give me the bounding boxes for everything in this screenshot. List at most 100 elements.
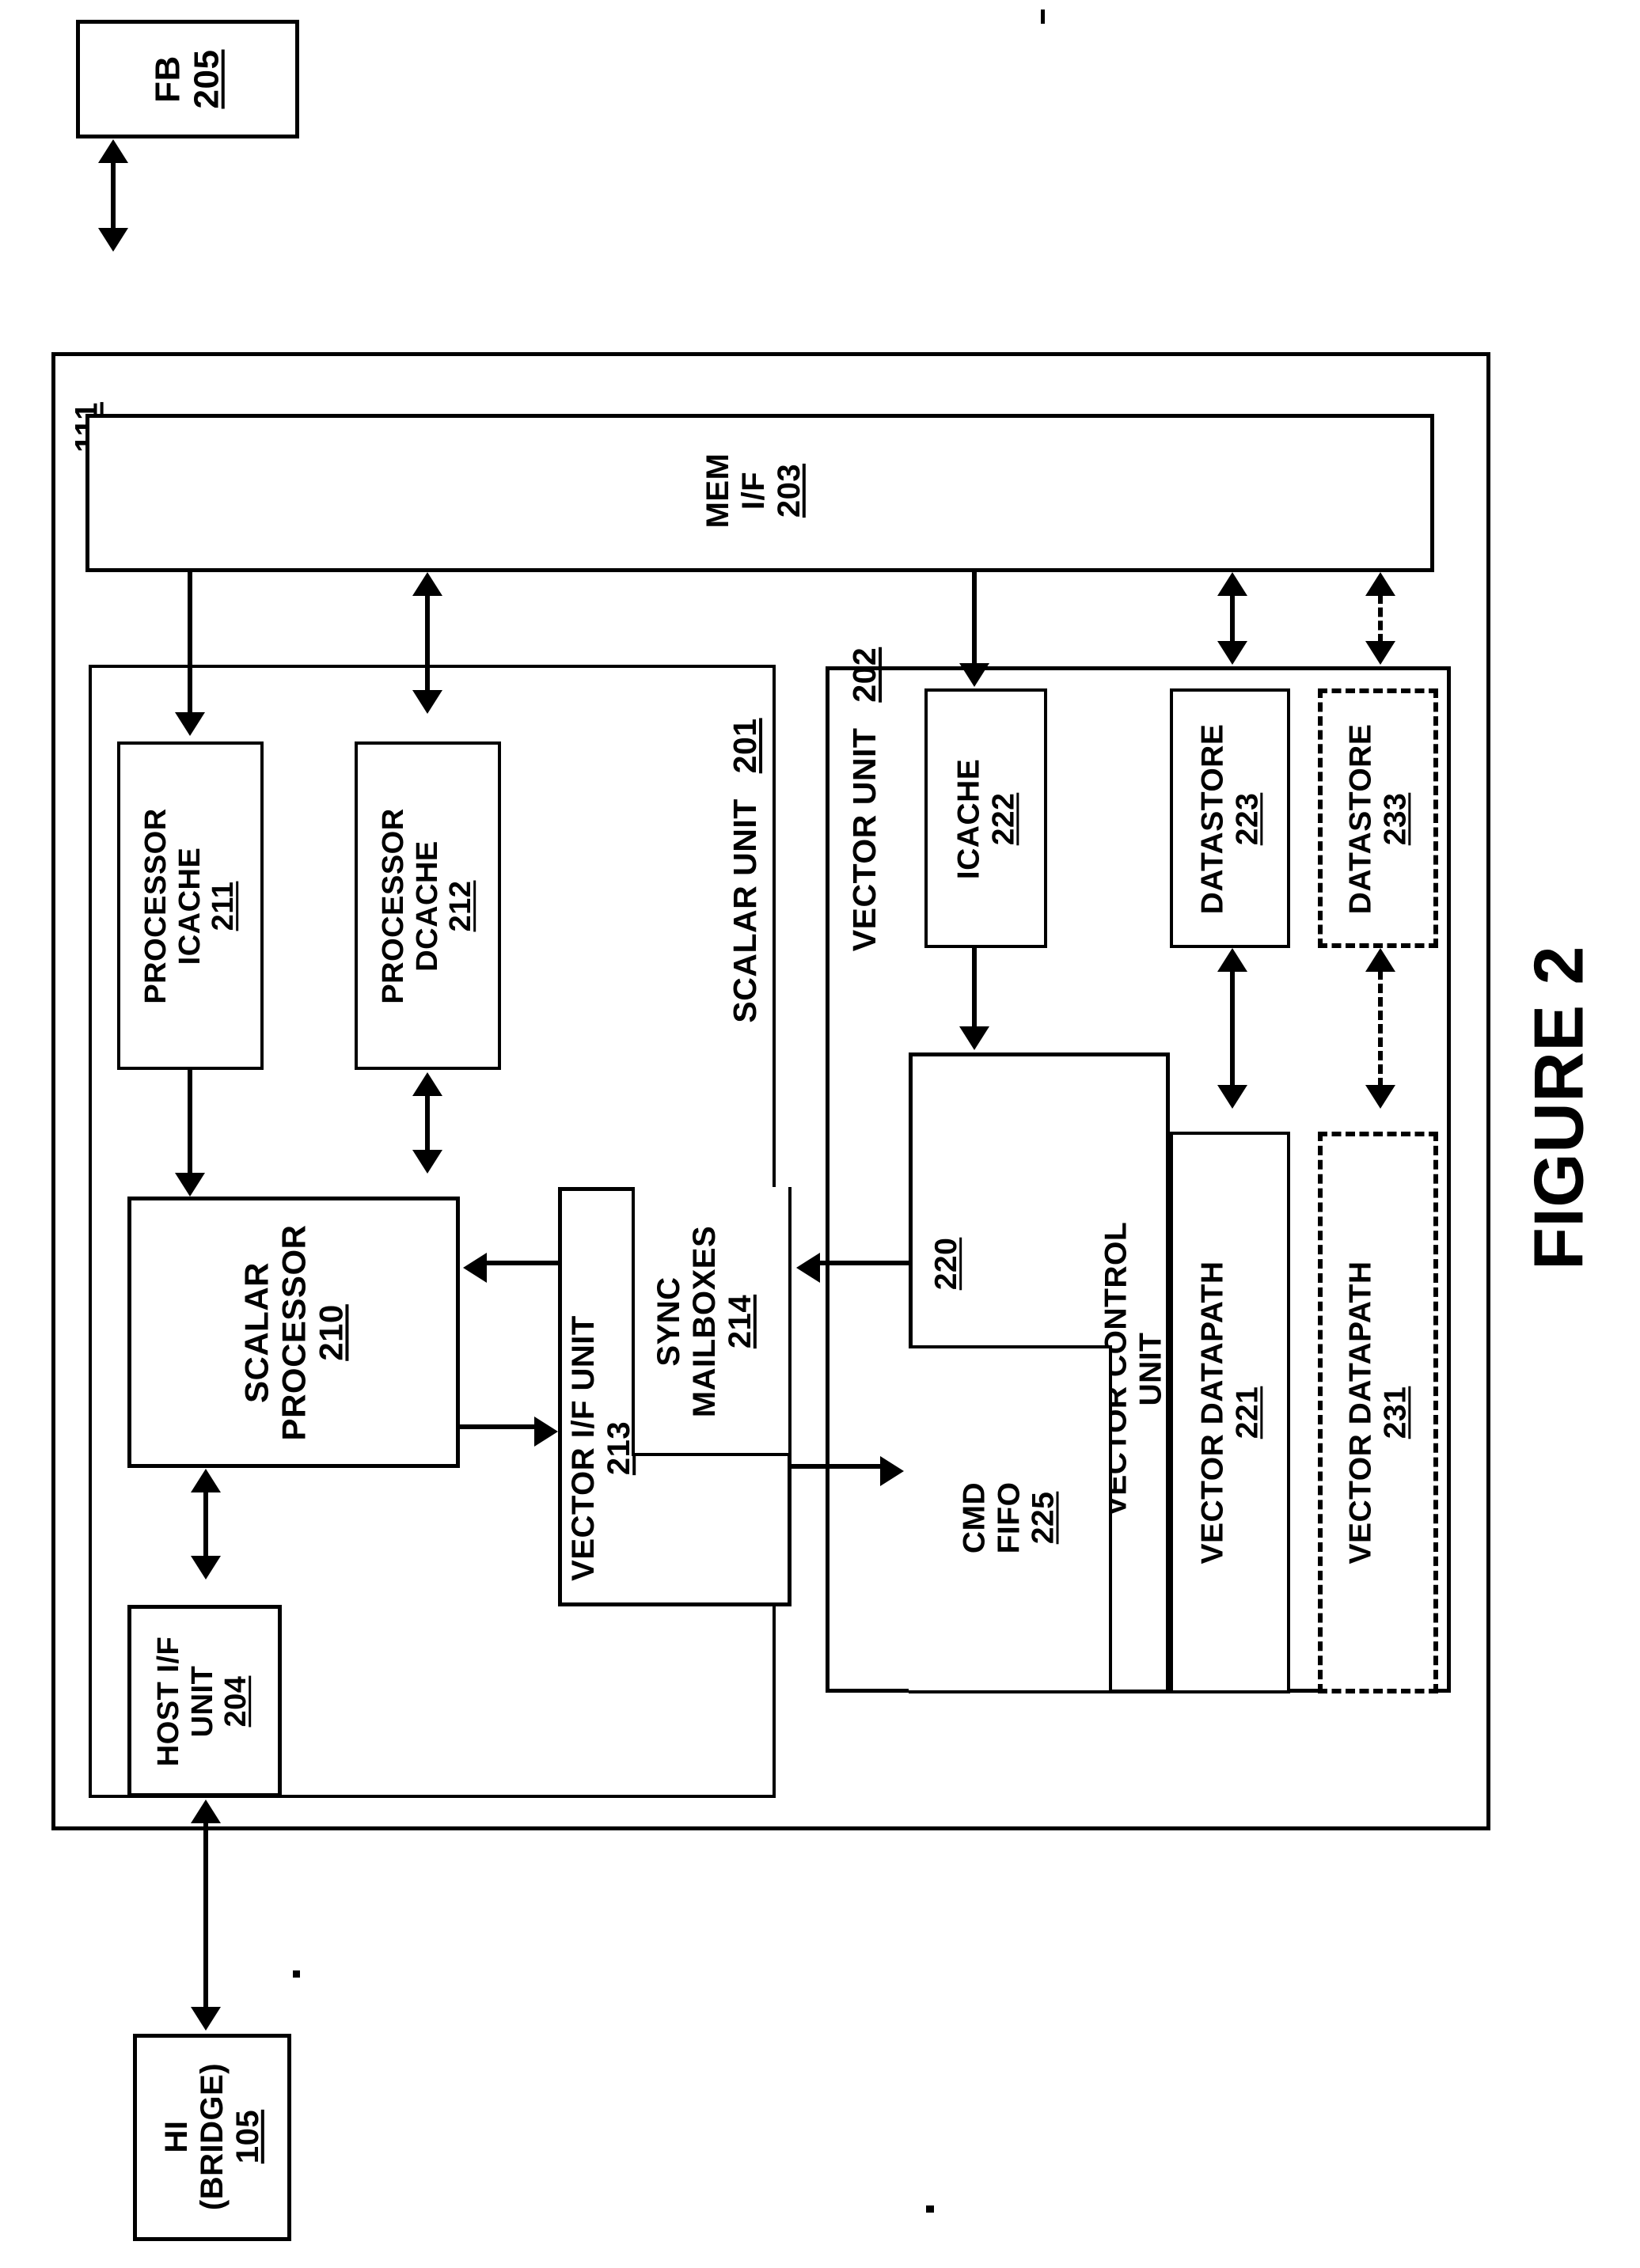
block-scalar-processor-label: SCALAR PROCESSOR 210 [237, 1225, 349, 1441]
block-hi-bridge-line1: HI [158, 2120, 194, 2153]
block-mem-if-ref: 203 [771, 463, 807, 518]
arrow-ds223-vdp221-up [1217, 948, 1247, 972]
block-scalar-unit-ref: 201 [727, 718, 764, 774]
arrow-ds233-vdp231-up [1365, 948, 1395, 972]
line-scalarproc-hostif [203, 1491, 208, 1558]
block-fb-ref: 205 [188, 49, 226, 109]
block-processor-icache-ref: 211 [207, 881, 241, 931]
block-vector-icache-line1: ICACHE [951, 758, 986, 880]
block-processor-dcache-ref: 212 [444, 880, 478, 932]
block-vector-if-unit-line1: VECTOR I/F UNIT [566, 1315, 602, 1581]
block-host-if-unit-ref: 204 [219, 1675, 253, 1728]
block-vdp231-ref: 231 [1378, 1386, 1412, 1439]
line-memif-vicache [972, 572, 977, 666]
block-sync-mailboxes-line1: SYNC [651, 1276, 686, 1367]
block-scalar-processor-line2: PROCESSOR [275, 1224, 313, 1441]
line-vcu-sync [820, 1261, 909, 1265]
block-fb-label: FB 205 [149, 50, 227, 109]
scan-speck-bottom [926, 2205, 934, 2213]
block-processor-dcache-line1: PROCESSOR [377, 808, 411, 1004]
block-vector-datapath-221-label: VECTOR DATAPATH 221 [1195, 1261, 1264, 1564]
figure-title: FIGURE 2 [1519, 946, 1598, 1270]
block-host-if-unit-line1: HOST I/F [152, 1636, 186, 1767]
block-mem-if-label: MEM I/F 203 [700, 453, 807, 529]
scan-speck-left [293, 1970, 300, 1978]
line-hostif-bridge [203, 1822, 208, 2008]
arrow-ds233-vdp231-down [1365, 1085, 1395, 1109]
block-processor-dcache-line2: DCACHE [410, 840, 444, 972]
arrow-bridge-down [191, 2007, 221, 2031]
block-cmd-fifo-label: CMD FIFO 225 [957, 1482, 1061, 1554]
arrow-ds223-up [1217, 572, 1247, 596]
block-cmd-fifo-line2: FIFO [992, 1481, 1027, 1554]
scan-speck-top [1041, 9, 1045, 24]
block-scalar-processor-line1: SCALAR [237, 1262, 275, 1404]
line-fb-memif [111, 161, 116, 229]
block-datastore-233-line1: DATASTORE [1343, 723, 1378, 915]
line-memif-dcache [425, 594, 430, 692]
block-datastore-223-ref: 223 [1230, 792, 1264, 846]
line-memif-ds223 [1230, 594, 1235, 643]
block-vector-unit-label: VECTOR UNIT 202 [846, 647, 883, 952]
arrow-memif-icache [175, 712, 205, 736]
arrow-dcache-down [412, 690, 442, 714]
arrow-ds233-up [1365, 572, 1395, 596]
block-hi-bridge-ref: 105 [230, 2109, 265, 2164]
block-sync-mailboxes-label: SYNC MAILBOXES 214 [651, 1226, 757, 1417]
arrow-vicache-vcu [959, 1026, 989, 1050]
patent-figure-page: FB 205 111 MEM I/F 203 SCALAR UNIT 201 P… [0, 0, 1640, 2268]
block-vector-icache-label: ICACHE 222 [951, 759, 1020, 880]
line-vifu-scalarproc [487, 1261, 560, 1265]
arrow-ds233-down [1365, 641, 1395, 665]
line-memif-icache [188, 572, 192, 715]
block-vdp231-line1: VECTOR DATAPATH [1343, 1261, 1378, 1564]
arrow-fb-down [98, 228, 128, 252]
block-sync-mailboxes-ref: 214 [722, 1294, 757, 1349]
block-mem-if-line2: I/F [735, 471, 771, 510]
arrow-scalarproc-dcache-up [412, 1072, 442, 1096]
block-processor-icache-label: PROCESSOR ICACHE 211 [139, 808, 241, 1003]
arrow-icache-scalarproc [175, 1173, 205, 1197]
block-hi-bridge-label: HI (BRIDGE) 105 [159, 2063, 265, 2210]
block-datastore-223-line1: DATASTORE [1195, 723, 1230, 915]
arrow-vifu-scalarproc [463, 1253, 487, 1283]
arrow-memif-vicache [959, 663, 989, 687]
block-vdp221-ref: 221 [1230, 1386, 1264, 1439]
arrow-ds223-down [1217, 641, 1247, 665]
block-processor-icache-line2: ICACHE [173, 847, 207, 965]
block-host-if-unit-line2: UNIT [185, 1665, 219, 1738]
block-datastore-233-ref: 233 [1378, 792, 1412, 846]
line-ds223-vdp221 [1230, 970, 1235, 1087]
block-processor-icache-line1: PROCESSOR [139, 808, 173, 1004]
block-datastore-223-label: DATASTORE 223 [1195, 724, 1264, 915]
arrow-hostif-up [191, 1469, 221, 1492]
arrow-scalarproc-vifu [534, 1417, 558, 1447]
block-mem-if-line1: MEM [700, 453, 735, 529]
block-host-if-unit-label: HOST I/F UNIT 204 [152, 1637, 253, 1766]
block-vector-if-unit-label: VECTOR I/F UNIT 213 [566, 1315, 637, 1581]
arrow-dcache-up [412, 572, 442, 596]
line-dcache-scalarproc [425, 1094, 430, 1152]
line-ds233-vdp231 [1378, 970, 1383, 1087]
block-hi-bridge-line2: (BRIDGE) [194, 2062, 230, 2211]
line-scalarproc-vifu [460, 1424, 534, 1429]
block-scalar-unit-name: SCALAR UNIT [727, 798, 764, 1023]
block-scalar-processor-ref: 210 [312, 1304, 350, 1361]
arrow-fb-up [98, 139, 128, 163]
block-scalar-unit-label: SCALAR UNIT 201 [727, 718, 764, 1022]
block-processor-dcache-label: PROCESSOR DCACHE 212 [377, 808, 478, 1003]
block-cmd-fifo-line1: CMD [957, 1481, 992, 1554]
arrow-vifu-cmdfifo [880, 1456, 904, 1486]
arrow-ds223-vdp221-down [1217, 1085, 1247, 1109]
block-vcu-line2: UNIT [1133, 1332, 1167, 1406]
arrow-scalarproc-dcache-down [412, 1150, 442, 1174]
arrow-vcu-sync [796, 1253, 820, 1283]
line-memif-ds233 [1378, 594, 1383, 643]
block-vector-datapath-231-label: VECTOR DATAPATH 231 [1343, 1261, 1412, 1564]
block-vector-unit-name: VECTOR UNIT [846, 727, 883, 952]
block-vector-control-unit-ref: 220 [929, 1237, 964, 1291]
block-vdp221-line1: VECTOR DATAPATH [1195, 1261, 1230, 1564]
line-icache-scalarproc [188, 1070, 192, 1174]
arrow-hostif-down [191, 1556, 221, 1580]
block-vector-unit-ref: 202 [846, 647, 883, 703]
